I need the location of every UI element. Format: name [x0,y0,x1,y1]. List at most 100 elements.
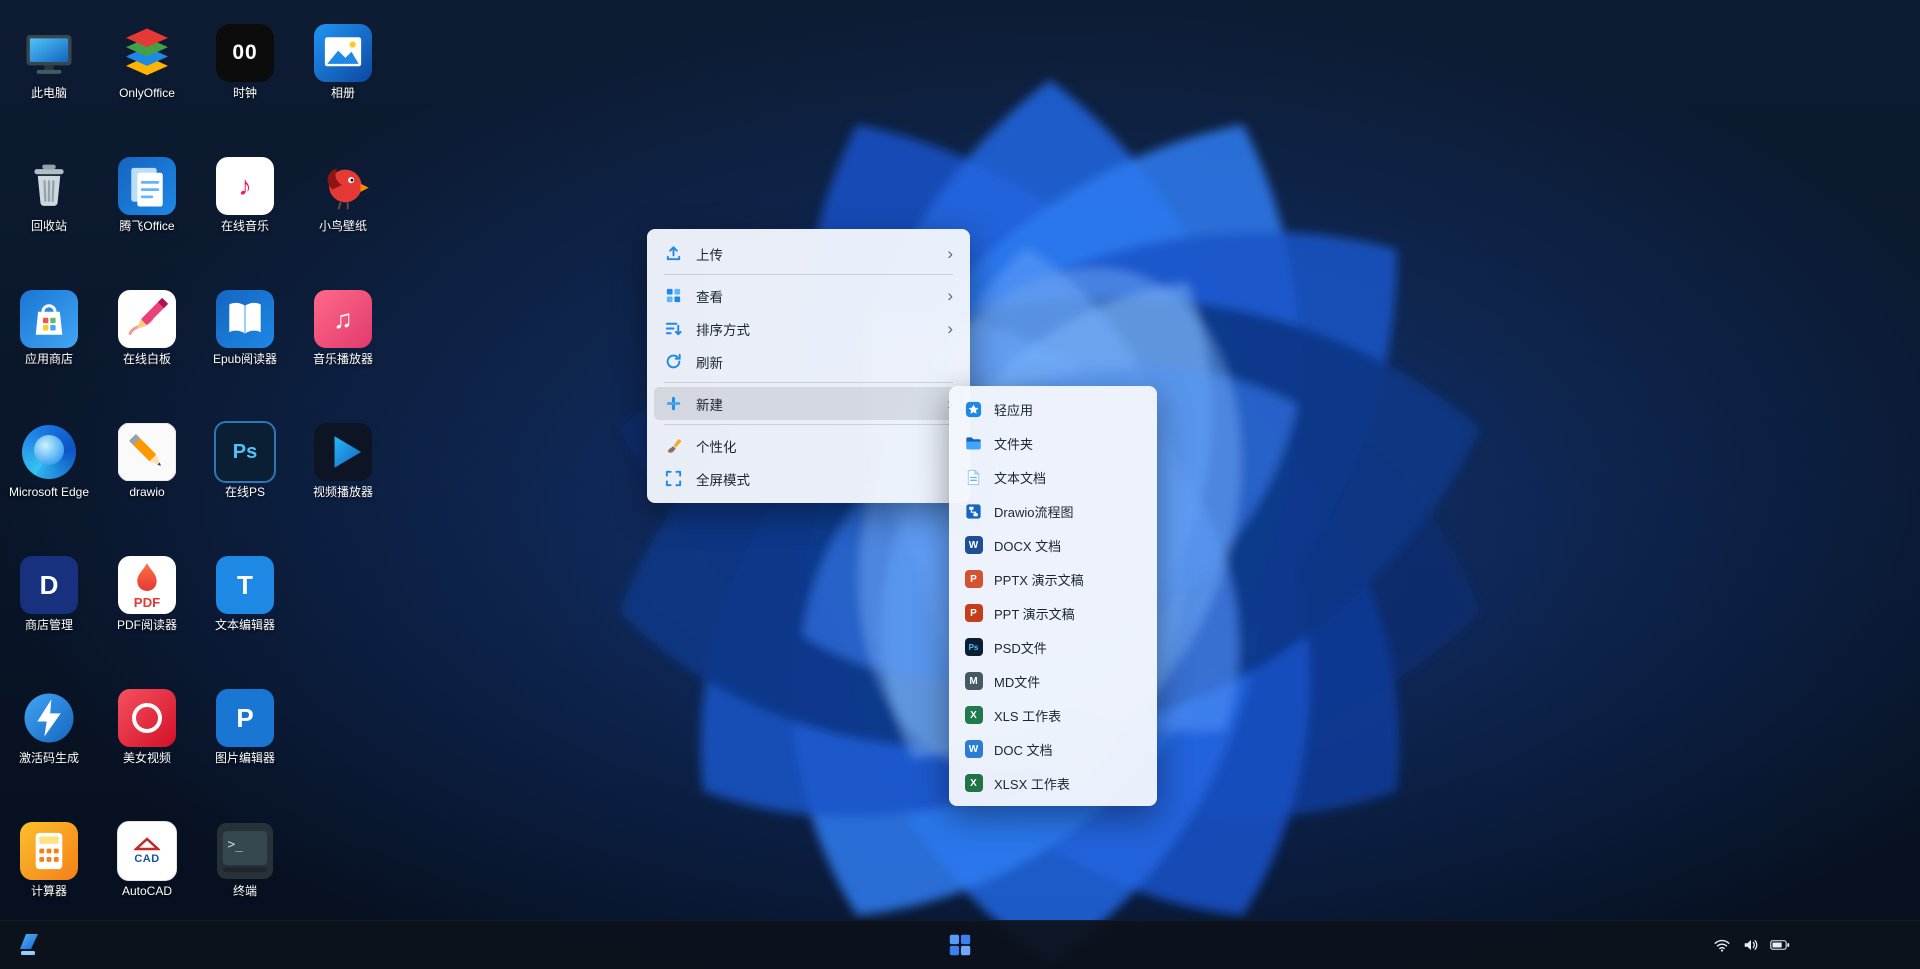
desktop-icon-label: 小鸟壁纸 [319,219,367,234]
desktop-icon-onlyoffice[interactable]: OnlyOffice [98,18,196,151]
desktop-icon-label: 文本编辑器 [215,618,275,633]
desktop-icon-label: 相册 [331,86,355,101]
desktop-icon-label: 计算器 [31,884,67,899]
submenu-item-label: 轻应用 [994,400,1033,419]
fullscreen-icon [664,469,683,488]
svg-text:PDF: PDF [134,595,161,610]
sort-icon [664,319,683,338]
taskbar-start-button[interactable] [14,930,46,960]
submenu-item-file-doc[interactable]: WDOC 文档 [955,732,1151,766]
submenu-item-file-pptx[interactable]: PPPTX 演示文稿 [955,562,1151,596]
desktop-icon-label: 商店管理 [25,618,73,633]
file-xls-icon: X [964,706,983,725]
submenu-item-label: PSD文件 [994,638,1047,657]
desktop-icon-label: 图片编辑器 [215,751,275,766]
submenu-item-file-psd[interactable]: PsPSD文件 [955,630,1151,664]
context-menu-item-refresh[interactable]: 刷新 [654,345,963,378]
context-menu-item-personalize[interactable]: 个性化 [654,429,963,462]
this-pc-icon [20,24,78,82]
desktop-icon-bird-wallpaper[interactable]: 小鸟壁纸 [294,151,392,284]
desktop-icon-microsoft-edge[interactable]: Microsoft Edge [0,417,98,550]
desktop-icon-label: 美女视频 [123,751,171,766]
desktop-icon-label: Epub阅读器 [213,352,277,367]
battery-icon[interactable] [1770,935,1790,955]
submenu-item-label: PPT 演示文稿 [994,604,1075,623]
desktop-icon-pdf-reader[interactable]: PDFPDF阅读器 [98,550,196,683]
context-menu-item-view[interactable]: 查看› [654,279,963,312]
light-app-icon [964,400,983,419]
context-menu-item-upload[interactable]: 上传› [654,237,963,270]
file-md-icon: M [964,672,983,691]
desktop-icon-online-ps[interactable]: Ps在线PS [196,417,294,550]
desktop-icon-drawio[interactable]: drawio [98,417,196,550]
new-submenu: 轻应用文件夹文本文档Drawio流程图WDOCX 文档PPPTX 演示文稿PPP… [949,386,1157,806]
wifi-icon[interactable] [1712,935,1732,955]
submenu-item-label: MD文件 [994,672,1040,691]
submenu-item-folder[interactable]: 文件夹 [955,426,1151,460]
text-doc-icon [964,468,983,487]
context-menu-item-new[interactable]: 新建› [654,387,963,420]
context-menu-item-sort[interactable]: 排序方式› [654,312,963,345]
submenu-item-light-app[interactable]: 轻应用 [955,392,1151,426]
taskbar-apps-button[interactable] [943,930,977,960]
beauty-video-icon [118,689,176,747]
desktop-icon-text-editor[interactable]: T 文本编辑器 [196,550,294,683]
desktop-icon-label: OnlyOffice [119,86,175,101]
desktop-icon-this-pc[interactable]: 此电脑 [0,18,98,151]
context-menu-item-label: 个性化 [696,436,737,456]
desktop-icon-beauty-video[interactable]: 美女视频 [98,683,196,816]
desktop-icon-store-manager[interactable]: D商店管理 [0,550,98,683]
desktop-icon-album[interactable]: 相册 [294,18,392,151]
desktop-icon-online-whiteboard[interactable]: 在线白板 [98,284,196,417]
desktop-icon-epub-reader[interactable]: Epub阅读器 [196,284,294,417]
svg-text:>_: >_ [228,838,244,853]
desktop-icon-tengfei-office[interactable]: 腾飞Office [98,151,196,284]
desktop-icon-music-player[interactable]: ♫音乐播放器 [294,284,392,417]
submenu-item-file-docx[interactable]: WDOCX 文档 [955,528,1151,562]
desktop-icon-image-editor[interactable]: P 图片编辑器 [196,683,294,816]
new-icon [664,394,683,413]
desktop-icon-label: 终端 [233,884,257,899]
view-icon [664,286,683,305]
context-menu-item-fullscreen[interactable]: 全屏模式 [654,462,963,495]
file-ppt-icon: P [964,604,983,623]
text-editor-icon: T [216,556,274,614]
submenu-item-label: PPTX 演示文稿 [994,570,1084,589]
desktop-icon-activation-code[interactable]: 激活码生成 [0,683,98,816]
submenu-item-file-md[interactable]: M MD文件 [955,664,1151,698]
desktop-icon-online-music[interactable]: ♪在线音乐 [196,151,294,284]
desktop-icon-clock[interactable]: 00时钟 [196,18,294,151]
volume-icon[interactable] [1741,935,1761,955]
context-menu-item-label: 全屏模式 [696,469,750,489]
desktop-icon-video-player[interactable]: 视频播放器 [294,417,392,550]
context-menu-item-label: 查看 [696,286,723,306]
submenu-item-label: 文件夹 [994,434,1033,453]
microsoft-edge-icon [20,423,78,481]
submenu-item-file-ppt[interactable]: P PPT 演示文稿 [955,596,1151,630]
submenu-item-file-xls[interactable]: XXLS 工作表 [955,698,1151,732]
taskbar [0,920,1920,969]
desktop: 此电脑回收站应用商店 Microsoft Edge D商店管理激活码生成计算器 Onl… [0,18,420,918]
desktop-icon-label: 腾飞Office [119,219,174,234]
context-menu-item-label: 刷新 [696,352,723,372]
desktop-icon-label: 激活码生成 [19,751,79,766]
submenu-item-drawio-file[interactable]: Drawio流程图 [955,494,1151,528]
context-menu-item-label: 排序方式 [696,319,750,339]
taskbar-tray [1712,921,1790,969]
submenu-item-label: Drawio流程图 [994,502,1073,521]
desktop-icon-label: drawio [129,485,164,500]
desktop-icon-recycle-bin[interactable]: 回收站 [0,151,98,284]
desktop-icon-label: 应用商店 [25,352,73,367]
desktop-icon-label: Microsoft Edge [9,485,89,500]
submenu-item-file-xlsx[interactable]: XXLSX 工作表 [955,766,1151,800]
desktop-icon-app-store[interactable]: 应用商店 [0,284,98,417]
video-player-icon [314,423,372,481]
image-editor-icon: P [216,689,274,747]
context-menu-item-label: 上传 [696,244,723,264]
submenu-item-text-doc[interactable]: 文本文档 [955,460,1151,494]
desktop-icon-label: 视频播放器 [313,485,373,500]
menu-separator [664,382,953,383]
file-xlsx-icon: X [964,774,983,793]
submenu-item-label: DOCX 文档 [994,536,1061,555]
clock-icon: 00 [216,24,274,82]
